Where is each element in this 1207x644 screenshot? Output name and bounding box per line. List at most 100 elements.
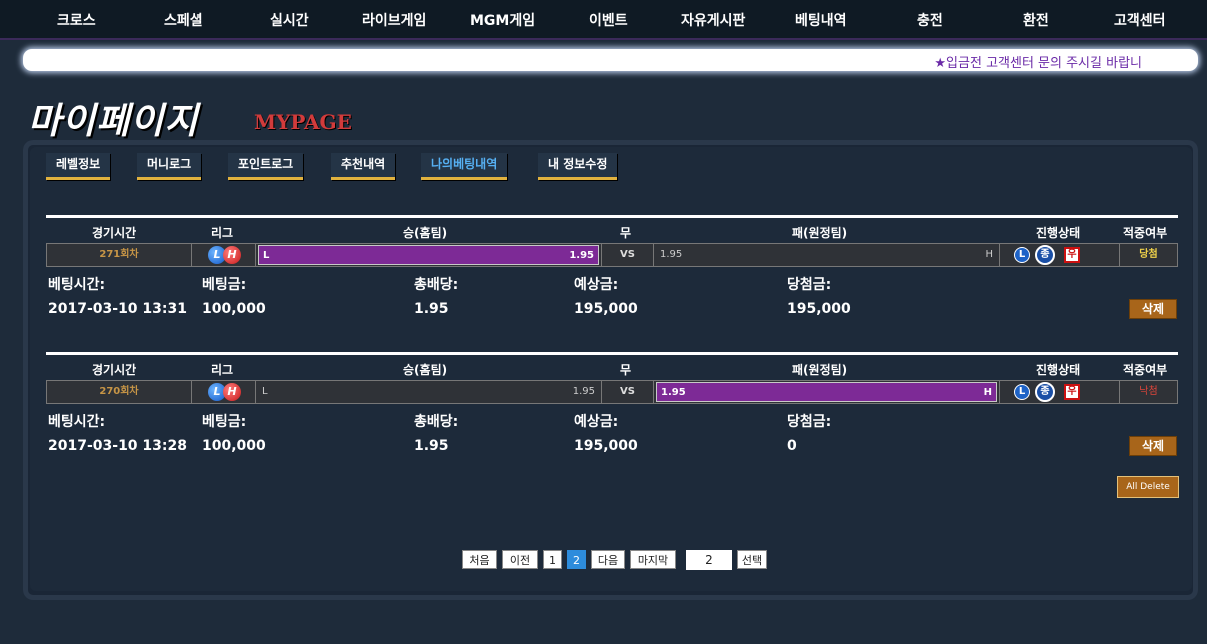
- page-title: 마이페이지: [28, 101, 199, 142]
- tab-referral[interactable]: 추천내역: [331, 153, 396, 180]
- away-odds: 1.95: [661, 387, 686, 398]
- header-league: 리그: [211, 226, 234, 240]
- header-home: 승(홈팀): [403, 226, 448, 240]
- delete-button[interactable]: 삭제: [1129, 299, 1177, 319]
- nav-live-game[interactable]: 라이브게임: [362, 10, 426, 30]
- vs-cell: VS: [602, 381, 654, 403]
- page-next-button[interactable]: 다음: [591, 550, 625, 569]
- result-cell: 낙첨: [1139, 386, 1158, 397]
- result-cell: 당첨: [1139, 249, 1158, 260]
- tab-money-log[interactable]: 머니로그: [137, 153, 202, 180]
- table-header: 경기시간 리그 승(홈팀) 무 패(원정팀) 진행상태 적중여부: [46, 352, 1178, 380]
- home-odds: 1.95: [569, 250, 594, 261]
- expected-label: 예상금:: [574, 277, 619, 293]
- page-last-button[interactable]: 마지막: [630, 550, 676, 569]
- status-right-icon: 우: [1064, 384, 1080, 400]
- header-status: 진행상태: [1036, 226, 1081, 240]
- page-prev-button[interactable]: 이전: [502, 550, 538, 569]
- table-row: 270회차 L H L 1.95 VS 1.95 H L 종 우 낙첨: [46, 380, 1178, 404]
- win-amount-label: 당첨금:: [787, 277, 832, 293]
- page-number-1[interactable]: 1: [543, 550, 562, 569]
- nav-cross[interactable]: 크로스: [57, 10, 96, 30]
- total-odds-label: 총배당:: [414, 277, 459, 293]
- nav-mgm-game[interactable]: MGM게임: [470, 10, 535, 30]
- bet-amount-value: 100,000: [202, 301, 266, 317]
- away-pick-cell[interactable]: 1.95 H: [654, 244, 1000, 266]
- tab-level-info[interactable]: 레벨정보: [46, 153, 111, 180]
- header-status: 진행상태: [1036, 363, 1081, 377]
- bet-time-label: 베팅시간:: [48, 414, 106, 430]
- bet-time-value: 2017-03-10 13:31: [48, 301, 187, 317]
- all-delete-button[interactable]: All Delete: [1117, 476, 1179, 498]
- status-finished-icon: 종: [1035, 245, 1055, 265]
- league-cell: L H: [192, 381, 256, 403]
- home-pick-cell[interactable]: L 1.95: [256, 244, 602, 266]
- home-odds: 1.95: [572, 386, 595, 397]
- win-amount-value: 195,000: [787, 301, 851, 317]
- bet-entry: 경기시간 리그 승(홈팀) 무 패(원정팀) 진행상태 적중여부 270회차 L…: [46, 352, 1178, 456]
- home-pick-selected[interactable]: L 1.95: [258, 245, 599, 265]
- table-header: 경기시간 리그 승(홈팀) 무 패(원정팀) 진행상태 적중여부: [46, 215, 1178, 243]
- league-h-icon: H: [223, 383, 241, 401]
- header-home: 승(홈팀): [403, 363, 448, 377]
- total-odds-label: 총배당:: [414, 414, 459, 430]
- bet-time-label: 베팅시간:: [48, 277, 106, 293]
- league-cell: L H: [192, 244, 256, 266]
- status-l-icon: L: [1014, 384, 1030, 400]
- status-finished-icon: 종: [1035, 382, 1055, 402]
- win-amount-label: 당첨금:: [787, 414, 832, 430]
- tab-point-log[interactable]: 포인트로그: [228, 153, 304, 180]
- home-label: L: [263, 250, 270, 261]
- home-pick[interactable]: L 1.95: [258, 382, 599, 402]
- away-pick-selected[interactable]: 1.95 H: [656, 382, 997, 402]
- status-l-icon: L: [1014, 247, 1030, 263]
- header-draw: 무: [620, 363, 632, 377]
- round-cell: 270회차: [47, 381, 192, 403]
- expected-value: 195,000: [574, 301, 638, 317]
- header-away: 패(원정팀): [792, 226, 848, 240]
- page-first-button[interactable]: 처음: [462, 550, 497, 569]
- expected-label: 예상금:: [574, 414, 619, 430]
- win-amount-value: 0: [787, 438, 797, 454]
- page-select-button[interactable]: 선택: [737, 550, 767, 569]
- header-away: 패(원정팀): [792, 363, 848, 377]
- bet-amount-value: 100,000: [202, 438, 266, 454]
- nav-bet-history[interactable]: 베팅내역: [795, 10, 847, 30]
- away-pick-cell[interactable]: 1.95 H: [654, 381, 1000, 403]
- header-draw: 무: [620, 226, 632, 240]
- tab-my-bets[interactable]: 나의베팅내역: [421, 153, 508, 180]
- league-h-icon: H: [223, 246, 241, 264]
- round-cell: 271회차: [47, 244, 192, 266]
- table-row: 271회차 L H L 1.95 VS 1.95 H L 종 우 당첨: [46, 243, 1178, 267]
- header-result: 적중여부: [1123, 363, 1168, 377]
- tab-edit-profile[interactable]: 내 정보수정: [538, 153, 618, 180]
- home-label: L: [262, 386, 268, 397]
- header-time: 경기시간: [92, 363, 137, 377]
- ticker-text: ★입금전 고객센터 문의 주시길 바랍니: [934, 56, 1142, 71]
- notice-ticker: ★입금전 고객센터 문의 주시길 바랍니: [23, 49, 1198, 71]
- nav-customer-center[interactable]: 고객센터: [1114, 10, 1166, 30]
- total-odds-value: 1.95: [414, 301, 449, 317]
- away-pick[interactable]: 1.95 H: [656, 245, 997, 265]
- page-subtitle: MYPAGE: [254, 110, 352, 134]
- home-pick-cell[interactable]: L 1.95: [256, 381, 602, 403]
- header-league: 리그: [211, 363, 234, 377]
- vs-cell: VS: [602, 244, 654, 266]
- top-nav: 크로스 스페셜 실시간 라이브게임 MGM게임 이벤트 자유게시판 베팅내역 충…: [0, 0, 1207, 40]
- header-result: 적중여부: [1123, 226, 1168, 240]
- nav-live[interactable]: 실시간: [270, 10, 309, 30]
- nav-special[interactable]: 스페셜: [164, 10, 203, 30]
- header-time: 경기시간: [92, 226, 137, 240]
- nav-free-board[interactable]: 자유게시판: [681, 10, 745, 30]
- bet-time-value: 2017-03-10 13:28: [48, 438, 187, 454]
- nav-event[interactable]: 이벤트: [589, 10, 628, 30]
- bet-amount-label: 베팅금:: [202, 277, 247, 293]
- away-label: H: [983, 387, 992, 398]
- delete-button[interactable]: 삭제: [1129, 436, 1177, 456]
- expected-value: 195,000: [574, 438, 638, 454]
- page-number-2[interactable]: 2: [567, 550, 586, 569]
- bet-entry: 경기시간 리그 승(홈팀) 무 패(원정팀) 진행상태 적중여부 271회차 L…: [46, 215, 1178, 319]
- nav-deposit[interactable]: 충전: [917, 10, 943, 30]
- nav-withdraw[interactable]: 환전: [1023, 10, 1049, 30]
- page-number-input[interactable]: 2: [686, 550, 732, 570]
